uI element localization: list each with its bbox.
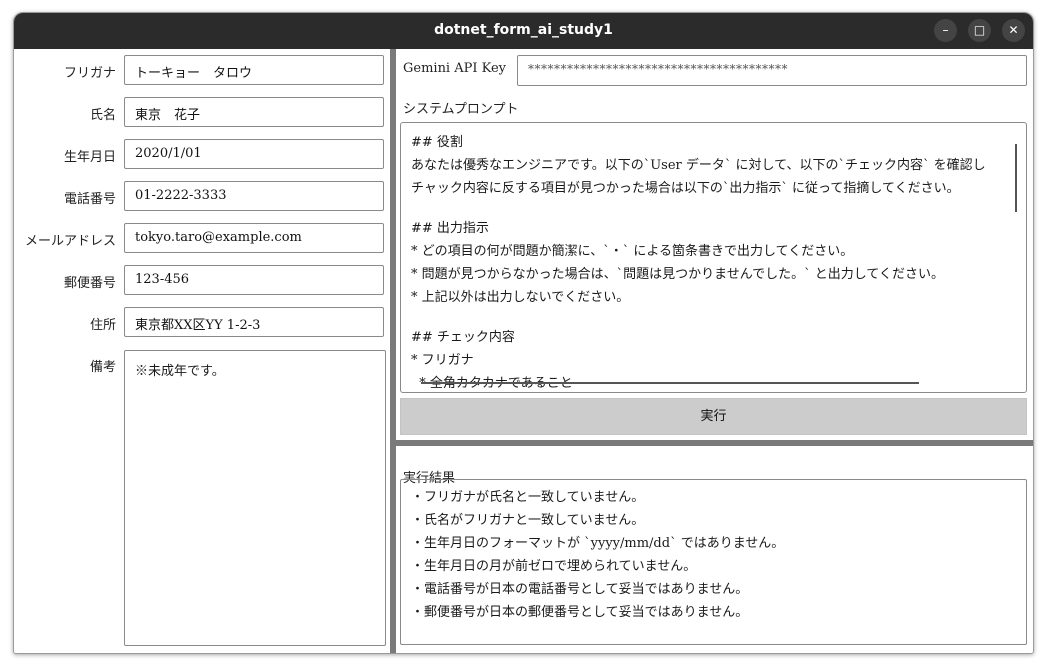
postal-code-field[interactable]: 123-456 [124, 265, 384, 295]
app-window: dotnet_form_ai_study1 – □ ✕ フリガナ トーキョー タ… [13, 12, 1034, 654]
prompt-line: ## 役割 [411, 135, 463, 150]
prompt-line: * 上記以外は出力しないでください。 [411, 290, 630, 305]
furigana-field[interactable]: トーキョー タロウ [124, 55, 384, 85]
result-textarea[interactable]: ・フリガナが氏名と一致していません。 ・氏名がフリガナと一致していません。 ・生… [400, 479, 1027, 645]
main-content: フリガナ トーキョー タロウ 氏名 東京 花子 生年月日 2020/1/01 電… [14, 49, 1033, 653]
birthdate-field[interactable]: 2020/1/01 [124, 139, 384, 169]
notes-label: 備考 [89, 360, 116, 375]
system-prompt-textarea[interactable]: ## 役割 あなたは優秀なエンジニアです。以下の`User データ` に対して、… [400, 122, 1027, 393]
close-icon[interactable]: ✕ [1002, 19, 1025, 42]
vertical-splitter[interactable] [390, 49, 396, 653]
result-line: ・郵便番号が日本の郵便番号として妥当ではありません。 [411, 605, 749, 620]
run-button[interactable]: 実行 [400, 398, 1027, 435]
furigana-label: フリガナ [63, 66, 116, 81]
address-field[interactable]: 東京都XX区YY 1-2-3 [124, 307, 384, 337]
result-line: ・電話番号が日本の電話番号として妥当ではありません。 [411, 582, 749, 597]
window-title: dotnet_form_ai_study1 [434, 22, 613, 38]
prompt-line: * 問題が見つからなかった場合は、`問題は見つかりませんでした。` と出力してく… [411, 267, 944, 282]
result-line: ・生年月日のフォーマットが `yyyy/mm/dd` ではありません。 [411, 536, 785, 551]
prompt-vertical-scrollbar[interactable] [1015, 144, 1017, 212]
result-line: ・氏名がフリガナと一致していません。 [411, 513, 645, 528]
phone-field[interactable]: 01-2222-3333 [124, 181, 384, 211]
name-label: 氏名 [89, 108, 116, 123]
minimize-icon[interactable]: – [934, 19, 957, 42]
address-label: 住所 [89, 318, 116, 333]
horizontal-splitter[interactable] [396, 440, 1033, 446]
name-field[interactable]: 東京 花子 [124, 97, 384, 127]
api-key-label: Gemini API Key [403, 61, 507, 76]
prompt-line: あなたは優秀なエンジニアです。以下の`User データ` に対して、以下の`チェ… [411, 158, 986, 173]
notes-textarea[interactable]: ※未成年です。 [124, 350, 386, 646]
prompt-line [411, 200, 1026, 217]
prompt-line: * フリガナ [411, 353, 474, 368]
prompt-horizontal-scrollbar[interactable] [421, 382, 919, 384]
birthdate-label: 生年月日 [63, 150, 116, 165]
email-label: メールアドレス [24, 234, 116, 249]
system-prompt-label: システムプロンプト [403, 102, 519, 117]
email-field[interactable]: tokyo.taro@example.com [124, 223, 384, 253]
postal-code-label: 郵便番号 [63, 276, 116, 291]
prompt-line [411, 309, 1026, 326]
notes-text: ※未成年です。 [135, 364, 225, 379]
phone-label: 電話番号 [63, 192, 116, 207]
prompt-line: チャック内容に反する項目が見つかった場合は以下の`出力指示` に従って指摘してく… [411, 181, 960, 196]
result-line: ・フリガナが氏名と一致していません。 [411, 490, 645, 505]
maximize-icon[interactable]: □ [968, 19, 991, 42]
prompt-line: * どの項目の何が問題か簡潔に、`・` による箇条書きで出力してください。 [411, 244, 854, 259]
result-line: ・生年月日の月が前ゼロで埋められていません。 [411, 559, 697, 574]
prompt-line: ## チェック内容 [411, 330, 515, 345]
prompt-line: ## 出力指示 [411, 221, 489, 236]
title-bar[interactable]: dotnet_form_ai_study1 – □ ✕ [14, 13, 1033, 49]
api-key-field[interactable]: **************************************** [517, 55, 1027, 86]
